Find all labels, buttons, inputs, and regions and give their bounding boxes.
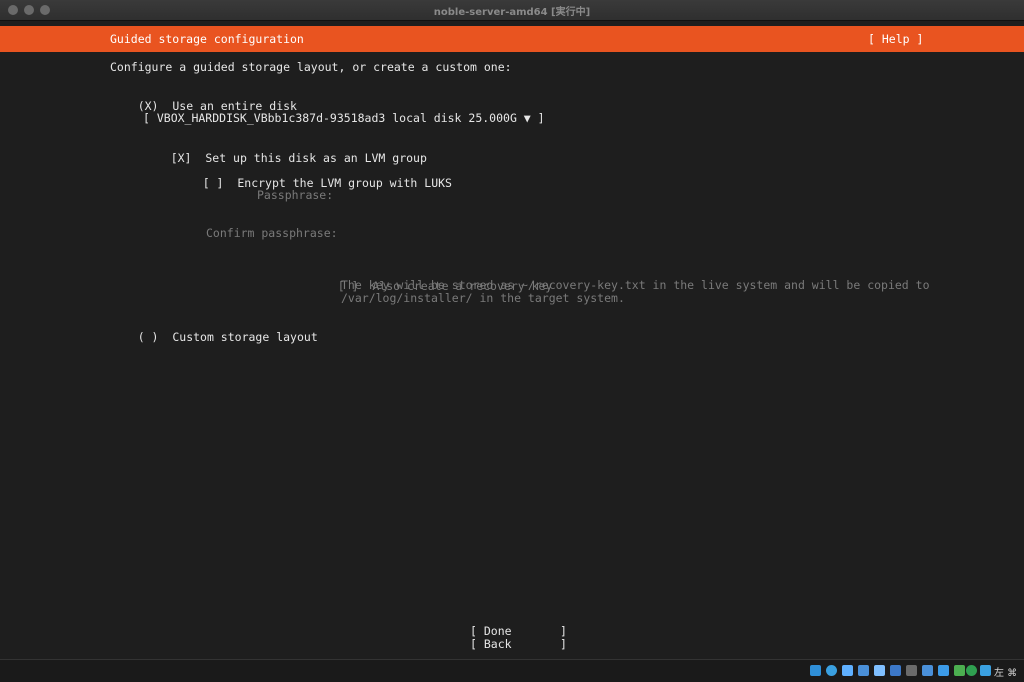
help-button[interactable]: [ Help ]	[868, 32, 923, 46]
usb-icon[interactable]	[874, 665, 885, 676]
window-title: noble-server-amd64 [実行中]	[433, 7, 591, 18]
optical-drive-icon[interactable]	[826, 665, 837, 676]
recording-icon[interactable]	[922, 665, 933, 676]
custom-layout-option[interactable]: ( ) Custom storage layout	[110, 316, 318, 358]
guest-additions-icon[interactable]	[966, 665, 977, 676]
disk-select-dropdown[interactable]: [ VBOX_HARDDISK_VBbb1c387d-93518ad3 loca…	[143, 111, 545, 125]
recovery-key-description-2: /var/log/installer/ in the target system…	[341, 291, 625, 305]
shared-folders-icon[interactable]	[890, 665, 901, 676]
custom-layout-radio[interactable]: ( )	[138, 330, 159, 344]
intro-text: Configure a guided storage layout, or cr…	[110, 60, 512, 74]
back-button[interactable]: [ Back ]	[470, 637, 567, 651]
installer-header: Guided storage configuration [ Help ]	[0, 26, 1024, 52]
display-icon[interactable]	[906, 665, 917, 676]
vm-console: Guided storage configuration [ Help ] Co…	[0, 21, 1024, 659]
done-button[interactable]: [ Done ]	[470, 624, 567, 638]
encrypt-checkbox[interactable]: [ ]	[203, 176, 224, 190]
host-key-indicator: 左 ⌘	[994, 668, 1018, 679]
recovery-key-description-1: The key will be stored as ~/recovery-key…	[341, 278, 930, 292]
network-icon[interactable]	[858, 665, 869, 676]
keyboard-capture-icon[interactable]	[980, 665, 991, 676]
passphrase-label: Passphrase:	[257, 188, 334, 202]
passphrase-field[interactable]	[336, 188, 636, 202]
confirm-passphrase-field[interactable]	[336, 226, 636, 240]
page-title: Guided storage configuration	[110, 32, 304, 46]
vm-status-bar: 左 ⌘	[0, 659, 1024, 682]
custom-layout-label: Custom storage layout	[172, 330, 318, 344]
confirm-passphrase-label: Confirm passphrase:	[206, 226, 338, 240]
audio-icon[interactable]	[842, 665, 853, 676]
window-titlebar: noble-server-amd64 [実行中]	[0, 0, 1024, 21]
mouse-integration-icon[interactable]	[954, 665, 965, 676]
hard-disk-icon[interactable]	[810, 665, 821, 676]
cpu-icon[interactable]	[938, 665, 949, 676]
